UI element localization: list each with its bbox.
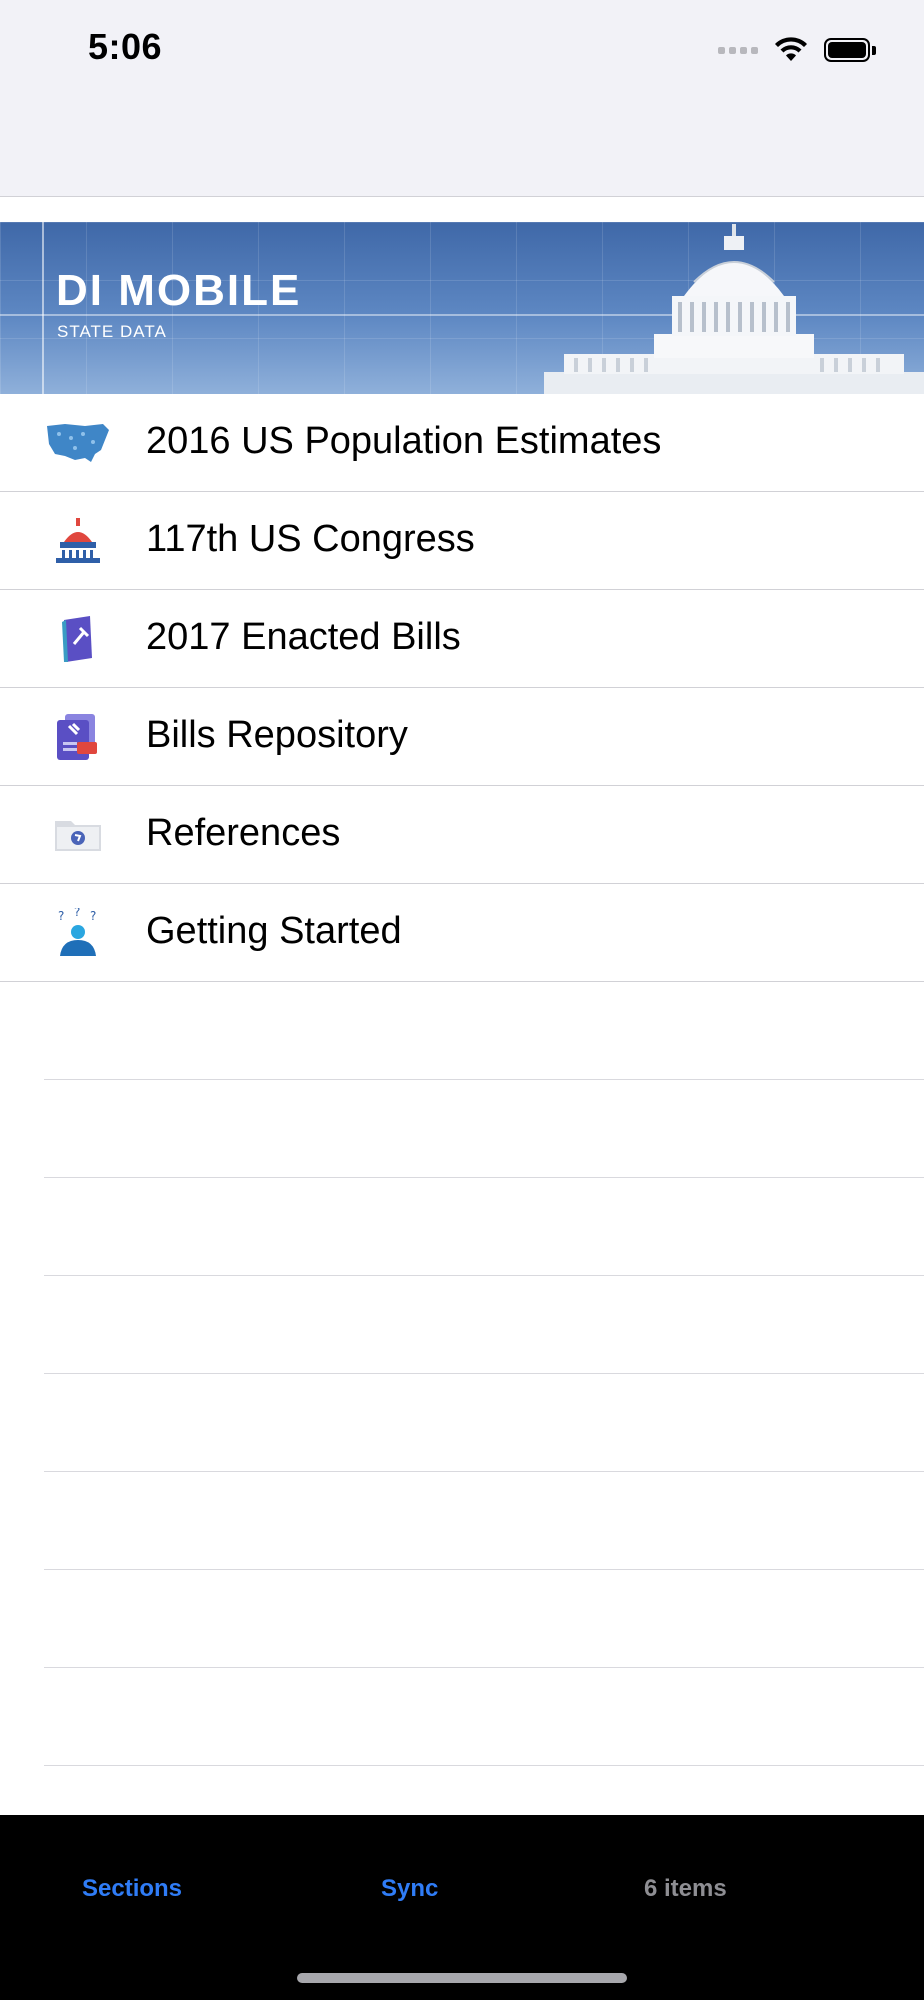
app-banner: DI MOBILE STATE DATA (0, 222, 924, 394)
empty-row (44, 1080, 924, 1178)
section-label: 117th US Congress (146, 518, 475, 560)
person-question-icon: ? ? ? (44, 908, 112, 958)
item-count-label: 6 items (644, 1875, 727, 1902)
top-bar: 5:06 (0, 0, 924, 197)
sections-button[interactable]: Sections (82, 1875, 182, 1903)
svg-text:?: ? (90, 909, 96, 923)
section-row-references[interactable]: References (0, 786, 924, 884)
section-row-congress[interactable]: 117th US Congress (0, 492, 924, 590)
empty-row (44, 1668, 924, 1766)
status-time: 5:06 (88, 26, 163, 67)
section-label: Getting Started (146, 910, 402, 952)
capitol-building-image (544, 224, 924, 394)
sections-list: 2016 US Population Estimates 117th US Co… (0, 394, 924, 1766)
svg-text:?: ? (58, 909, 64, 923)
signal-icon (718, 46, 758, 54)
section-label: 2016 US Population Estimates (146, 420, 662, 462)
banner-title: DI MOBILE (56, 266, 302, 315)
banner-subtitle: STATE DATA (57, 322, 167, 341)
us-map-icon (44, 418, 112, 468)
law-book-icon (44, 614, 112, 664)
wifi-icon (775, 37, 807, 61)
section-label: Bills Repository (146, 714, 408, 756)
empty-row (44, 982, 924, 1080)
section-row-population[interactable]: 2016 US Population Estimates (0, 394, 924, 492)
section-row-bills-repository[interactable]: Bills Repository (0, 688, 924, 786)
section-label: 2017 Enacted Bills (146, 616, 461, 658)
empty-row (44, 1178, 924, 1276)
bottom-toolbar: Sections Sync 6 items (0, 1815, 924, 2000)
pdf-document-icon (44, 712, 112, 762)
empty-row (44, 1374, 924, 1472)
status-icons (718, 34, 876, 66)
section-row-enacted-bills[interactable]: 2017 Enacted Bills (0, 590, 924, 688)
section-label: References (146, 812, 341, 854)
section-row-getting-started[interactable]: ? ? ? Getting Started (0, 884, 924, 982)
empty-row (44, 1570, 924, 1668)
home-indicator[interactable] (297, 1973, 627, 1983)
capitol-icon (44, 516, 112, 566)
empty-row (44, 1472, 924, 1570)
sync-button[interactable]: Sync (381, 1875, 438, 1903)
folder-globe-icon (44, 810, 112, 860)
empty-row (44, 1276, 924, 1374)
svg-text:?: ? (74, 908, 80, 919)
battery-icon (824, 38, 876, 62)
